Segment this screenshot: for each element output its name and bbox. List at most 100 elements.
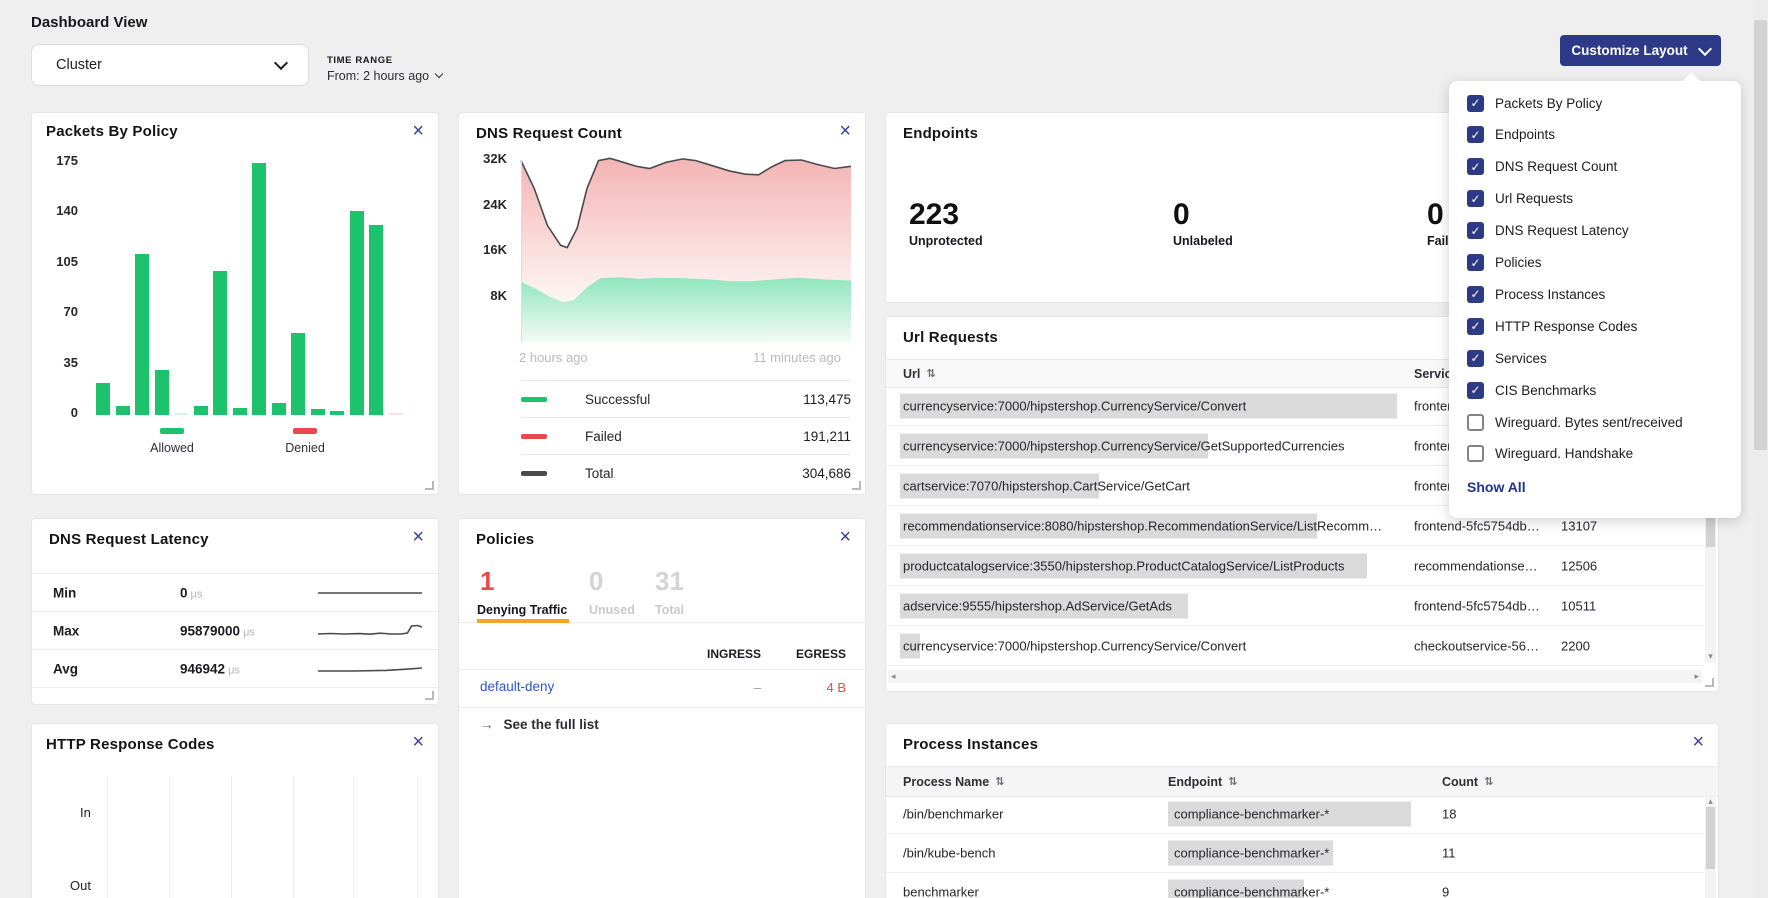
menu-item-label: HTTP Response Codes xyxy=(1495,319,1637,334)
bar-1 xyxy=(116,406,130,415)
table-row[interactable]: productcatalogservice:3550/hipstershop.P… xyxy=(886,546,1704,586)
sort-icon[interactable]: ⇅ xyxy=(1228,775,1237,788)
checkbox-icon[interactable]: ✓ xyxy=(1467,126,1484,143)
table-row[interactable]: benchmarkercompliance-benchmarker-*9 xyxy=(886,873,1704,898)
close-icon[interactable]: × xyxy=(1692,732,1704,752)
menu-item-wireguard-handshake[interactable]: Wireguard. Handshake xyxy=(1467,438,1633,470)
column-header-process-name[interactable]: Process Name ⇅ xyxy=(903,775,1004,789)
menu-item-wireguard-bytes-sent-received[interactable]: Wireguard. Bytes sent/received xyxy=(1467,406,1683,438)
table-row[interactable]: adservice:9555/hipstershop.AdService/Get… xyxy=(886,586,1704,626)
scroll-left-arrow[interactable]: ◂ xyxy=(891,671,896,682)
count-cell: 10511 xyxy=(1561,598,1596,613)
customize-layout-menu: ✓Packets By Policy✓Endpoints✓DNS Request… xyxy=(1449,81,1741,518)
resize-handle[interactable] xyxy=(1705,678,1714,687)
stat-value: 223 xyxy=(909,199,983,231)
show-all-link[interactable]: Show All xyxy=(1467,479,1526,495)
endpoint-cell: compliance-benchmarker-* xyxy=(1174,885,1329,898)
row-label-out: Out xyxy=(70,878,91,893)
resize-handle[interactable] xyxy=(852,481,861,490)
y-axis-tick: 32K xyxy=(473,151,507,166)
see-full-list-link[interactable]: → See the full list xyxy=(480,717,599,732)
menu-item-process-instances[interactable]: ✓Process Instances xyxy=(1467,278,1605,310)
latency-sparkline xyxy=(318,621,422,641)
packets-chart: 17514010570350 xyxy=(32,113,438,494)
sort-icon[interactable]: ⇅ xyxy=(995,775,1004,788)
table-row[interactable]: /bin/benchmarkercompliance-benchmarker-*… xyxy=(886,795,1704,834)
scroll-up-arrow[interactable]: ▴ xyxy=(1705,796,1716,807)
x-axis-end: 11 minutes ago xyxy=(753,350,841,365)
denying-label[interactable]: Denying Traffic xyxy=(477,603,567,617)
resize-handle[interactable] xyxy=(425,691,434,700)
resize-handle[interactable] xyxy=(425,481,434,490)
panel-title: Endpoints xyxy=(903,125,978,142)
process-instances-panel: Process Instances × Process Name ⇅ Endpo… xyxy=(885,723,1719,898)
checkbox-icon[interactable]: ✓ xyxy=(1467,350,1484,367)
vertical-scrollbar[interactable]: ▴ xyxy=(1705,795,1716,898)
latency-label: Max xyxy=(53,623,79,638)
checkbox-icon[interactable] xyxy=(1467,414,1484,431)
view-selector[interactable]: Cluster xyxy=(31,44,309,86)
policy-link-default-deny[interactable]: default-deny xyxy=(480,679,554,694)
customize-layout-button[interactable]: Customize Layout xyxy=(1560,35,1721,66)
unused-label[interactable]: Unused xyxy=(589,603,635,617)
close-icon[interactable]: × xyxy=(839,527,851,547)
column-header-url[interactable]: Url ⇅ xyxy=(903,367,936,381)
column-header-count[interactable]: Count ⇅ xyxy=(1442,775,1493,789)
dashboard-page: Dashboard View Cluster TIME RANGE From: … xyxy=(0,0,1768,898)
service-cell: frontend-5fc5754db… xyxy=(1414,598,1540,613)
menu-item-label: CIS Benchmarks xyxy=(1495,383,1596,398)
scrollbar-thumb[interactable] xyxy=(1706,807,1715,869)
table-row[interactable]: /bin/kube-benchcompliance-benchmarker-*1… xyxy=(886,834,1704,873)
checkbox-icon[interactable] xyxy=(1467,445,1484,462)
menu-item-packets-by-policy[interactable]: ✓Packets By Policy xyxy=(1467,87,1602,119)
menu-item-services[interactable]: ✓Services xyxy=(1467,342,1547,374)
menu-item-http-response-codes[interactable]: ✓ HTTP Response Codes xyxy=(1467,310,1637,342)
url-cell: currencyservice:7000/hipstershop.Currenc… xyxy=(903,438,1392,453)
checkbox-icon[interactable]: ✓ xyxy=(1467,254,1484,271)
page-scrollbar[interactable] xyxy=(1753,0,1768,898)
menu-item-dns-request-latency[interactable]: ✓ DNS Request Latency xyxy=(1467,215,1629,247)
arrow-right-icon: → xyxy=(480,717,494,732)
menu-item-dns-request-count[interactable]: ✓DNS Request Count xyxy=(1467,151,1617,183)
legend-value: 191,211 xyxy=(803,429,851,444)
page-scrollbar-thumb[interactable] xyxy=(1754,20,1767,450)
menu-item-label: DNS Request Latency xyxy=(1495,223,1629,238)
menu-item-cis-benchmarks[interactable]: ✓ CIS Benchmarks xyxy=(1467,374,1596,406)
menu-item-endpoints[interactable]: ✓Endpoints xyxy=(1467,119,1555,151)
table-row[interactable]: currencyservice:7000/hipstershop.Currenc… xyxy=(886,626,1704,666)
url-cell: currencyservice:7000/hipstershop.Currenc… xyxy=(903,638,1392,653)
sort-icon[interactable]: ⇅ xyxy=(926,367,935,380)
active-tab-underline xyxy=(477,619,569,623)
time-range-selector[interactable]: From: 2 hours ago xyxy=(327,69,442,83)
checkbox-icon[interactable]: ✓ xyxy=(1467,95,1484,112)
checkbox-icon[interactable]: ✓ xyxy=(1467,190,1484,207)
checkbox-icon[interactable]: ✓ xyxy=(1467,222,1484,239)
scroll-down-arrow[interactable]: ▾ xyxy=(1705,651,1716,662)
legend-label: Total xyxy=(585,466,614,481)
menu-item-label: Policies xyxy=(1495,255,1542,270)
column-label: Count xyxy=(1442,775,1478,789)
sort-icon[interactable]: ⇅ xyxy=(1484,775,1493,788)
checkbox-icon[interactable]: ✓ xyxy=(1467,286,1484,303)
legend-swatch xyxy=(521,471,547,476)
checkbox-icon[interactable]: ✓ xyxy=(1467,318,1484,335)
column-header-endpoint[interactable]: Endpoint ⇅ xyxy=(1168,775,1237,789)
column-label: Endpoint xyxy=(1168,775,1222,789)
y-axis-tick: 35 xyxy=(44,355,78,370)
panel-title: Process Instances xyxy=(903,736,1038,753)
legend-swatch xyxy=(521,434,547,439)
ingress-header: INGRESS xyxy=(689,647,761,661)
total-label[interactable]: Total xyxy=(655,603,684,617)
horizontal-scrollbar[interactable]: ◂ ▸ xyxy=(888,670,1702,683)
checkbox-icon[interactable]: ✓ xyxy=(1467,158,1484,175)
close-icon[interactable]: × xyxy=(412,527,424,547)
service-cell: frontend-5fc5754db… xyxy=(1414,518,1540,533)
panel-title: Url Requests xyxy=(903,329,998,346)
menu-item-url-requests[interactable]: ✓Url Requests xyxy=(1467,183,1573,215)
menu-item-policies[interactable]: ✓ Policies xyxy=(1467,247,1542,279)
checkbox-icon[interactable]: ✓ xyxy=(1467,382,1484,399)
process-table-header: Process Name ⇅ Endpoint ⇅ Count ⇅ xyxy=(886,766,1718,797)
scroll-right-arrow[interactable]: ▸ xyxy=(1694,671,1699,682)
menu-item-label: Wireguard. Handshake xyxy=(1495,446,1633,461)
egress-header: EGRESS xyxy=(774,647,846,661)
